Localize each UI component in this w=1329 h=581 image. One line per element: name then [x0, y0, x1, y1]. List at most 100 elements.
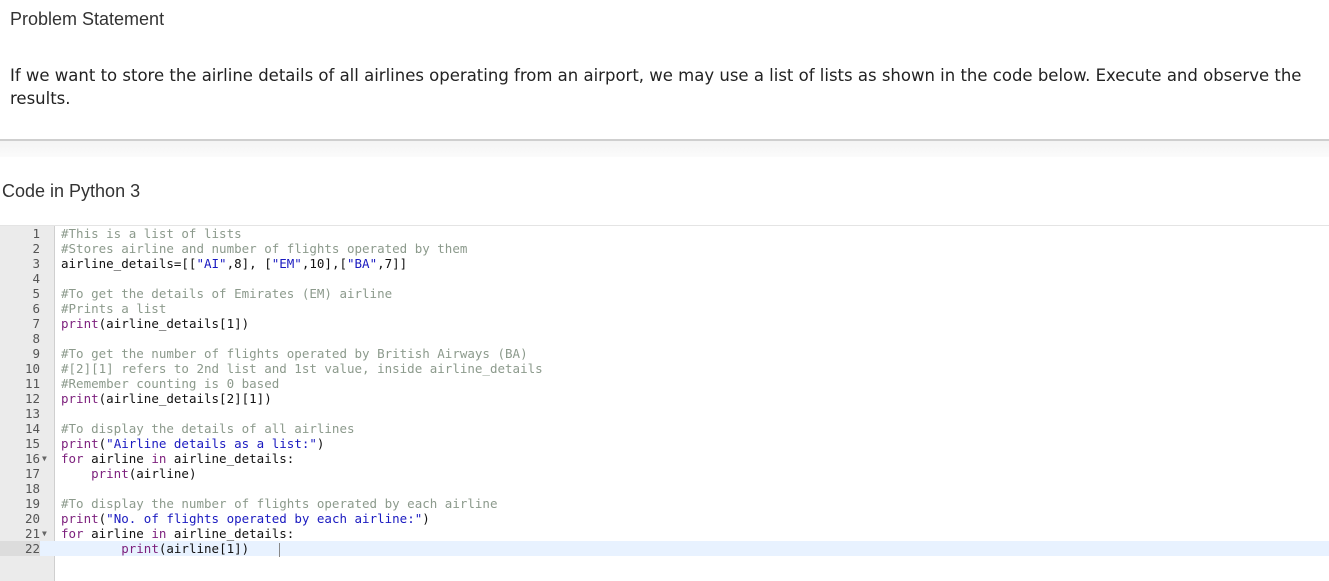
code-token-kw: for [61, 451, 84, 466]
code-line[interactable]: 21 ▼ for airline in airline_details: [0, 526, 1329, 541]
code-text: #To get the number of flights operated b… [61, 346, 528, 361]
code-token-plain: airline [83, 451, 152, 466]
line-number: 20 [24, 511, 40, 526]
code-text: #This is a list of lists [61, 226, 242, 241]
code-token-comment: #To display the details of all airlines [61, 421, 355, 436]
code-token-kw: for [61, 526, 84, 541]
code-text: print("No. of flights operated by each a… [61, 511, 430, 526]
line-number: 3 [32, 256, 40, 271]
code-token-str: "EM" [271, 256, 302, 271]
code-line[interactable]: 11 #Remember counting is 0 based [0, 376, 1329, 391]
fold-arrow-icon[interactable]: ▼ [42, 526, 47, 541]
line-number: 22 [0, 541, 40, 556]
code-token-comment: #Stores airline and number of flights op… [61, 241, 468, 256]
code-line[interactable]: 1 #This is a list of lists [0, 226, 1329, 241]
code-line[interactable]: 3 airline_details=[["AI",8], ["EM",10],["… [0, 256, 1329, 271]
code-token-comment: #To get the number of flights operated b… [61, 346, 528, 361]
code-line[interactable]: 7 print(airline_details[1]) [0, 316, 1329, 331]
code-text: print(airline_details[2][1]) [61, 391, 272, 406]
code-token-kw: print [61, 436, 99, 451]
code-line[interactable]: 16 ▼ for airline in airline_details: [0, 451, 1329, 466]
line-number: 8 [32, 331, 40, 346]
code-line[interactable]: 14 #To display the details of all airline… [0, 421, 1329, 436]
code-token-comment: #To get the details of Emirates (EM) air… [61, 286, 393, 301]
code-line[interactable]: 2 #Stores airline and number of flights o… [0, 241, 1329, 256]
code-line[interactable]: 13 [0, 406, 1329, 421]
code-line[interactable]: 17 print(airline) [0, 466, 1329, 481]
code-token-plain: airline_details: [166, 451, 295, 466]
code-line[interactable]: 4 [0, 271, 1329, 286]
code-text: print(airline_details[1]) [61, 316, 249, 331]
code-token-kw: print [61, 511, 99, 526]
line-number: 11 [24, 376, 40, 391]
code-editor[interactable]: 1 #This is a list of lists 2 #Stores airlin… [0, 225, 1329, 581]
code-token-plain: ,8], [ [226, 256, 272, 271]
code-token-kw: print [121, 541, 159, 556]
code-line[interactable]: 10 #[2][1] refers to 2nd list and 1st val… [0, 361, 1329, 376]
line-number: 7 [32, 316, 40, 331]
line-number: 15 [24, 436, 40, 451]
code-line[interactable]: 18 [0, 481, 1329, 496]
code-token-str: "AI" [196, 256, 227, 271]
code-token-kw: in [151, 526, 167, 541]
code-token-plain: (airline_details[2][1]) [98, 391, 272, 406]
code-line[interactable]: 8 [0, 331, 1329, 346]
line-number: 1 [32, 226, 40, 241]
code-line[interactable]: 19 #To display the number of flights oper… [0, 496, 1329, 511]
problem-statement-heading: Problem Statement [10, 9, 165, 29]
code-token-plain: (airline_details[1]) [98, 316, 250, 331]
section-separator [0, 141, 1329, 157]
line-number: 19 [24, 496, 40, 511]
code-token-plain: airline_details: [166, 526, 295, 541]
code-text: for airline in airline_details: [61, 451, 294, 466]
code-text: #[2][1] refers to 2nd list and 1st value… [61, 361, 543, 376]
code-token-comment: #Prints a list [61, 301, 167, 316]
problem-statement-text: If we want to store the airline details … [10, 66, 1302, 108]
code-text: #To get the details of Emirates (EM) air… [61, 286, 392, 301]
line-number: 2 [32, 241, 40, 256]
line-number: 14 [24, 421, 40, 436]
code-text: #Remember counting is 0 based [61, 376, 279, 391]
code-line[interactable]: 9 #To get the number of flights operated … [0, 346, 1329, 361]
code-text: #Prints a list [61, 301, 166, 316]
code-line[interactable]: 12 print(airline_details[2][1]) [0, 391, 1329, 406]
code-token-plain: (airline) [128, 466, 197, 481]
code-lines[interactable]: 1 #This is a list of lists 2 #Stores airlin… [0, 226, 1329, 557]
line-number: 10 [24, 361, 40, 376]
fold-arrow-icon[interactable]: ▼ [42, 451, 47, 466]
code-line[interactable]: 20 print("No. of flights operated by each… [0, 511, 1329, 526]
code-token-str: "No. of flights operated by each airline… [106, 511, 423, 526]
code-token-plain: airline [83, 526, 152, 541]
code-token-plain: ) [316, 436, 325, 451]
code-token-kw: print [61, 391, 99, 406]
line-number: 9 [32, 346, 40, 361]
line-number: 17 [24, 466, 40, 481]
code-token-plain: (airline[1]) [158, 541, 250, 556]
code-text: airline_details=[["AI",8], ["EM",10],["B… [61, 256, 407, 271]
code-token-plain: airline_details=[[ [61, 256, 197, 271]
code-section-title: Code in Python 3 [2, 181, 141, 201]
code-token-plain: ,10],[ [301, 256, 347, 271]
code-text: #To display the details of all airlines [61, 421, 355, 436]
code-line[interactable]: 15 print("Airline details as a list:") [0, 436, 1329, 451]
code-text: #To display the number of flights operat… [61, 496, 498, 511]
code-token-comment: #This is a list of lists [61, 226, 242, 241]
line-number: 13 [24, 406, 40, 421]
line-number: 5 [32, 286, 40, 301]
text-cursor [279, 542, 281, 557]
line-number: 4 [32, 271, 40, 286]
code-token-comment: #[2][1] refers to 2nd list and 1st value… [61, 361, 543, 376]
code-line[interactable]: 5 #To get the details of Emirates (EM) ai… [0, 286, 1329, 301]
code-text: print("Airline details as a list:") [61, 436, 324, 451]
code-token-kw: print [61, 316, 99, 331]
code-token-comment: #Remember counting is 0 based [61, 376, 280, 391]
code-line[interactable]: 6 #Prints a list [0, 301, 1329, 316]
code-line[interactable]: 22 print(airline[1]) [0, 541, 1329, 557]
code-text: print(airline) [61, 466, 196, 481]
line-number: 18 [24, 481, 40, 496]
code-token-str: "BA" [347, 256, 378, 271]
line-number: 6 [32, 301, 40, 316]
line-number: 21 [24, 526, 40, 541]
code-token-plain: ,7]] [377, 256, 408, 271]
